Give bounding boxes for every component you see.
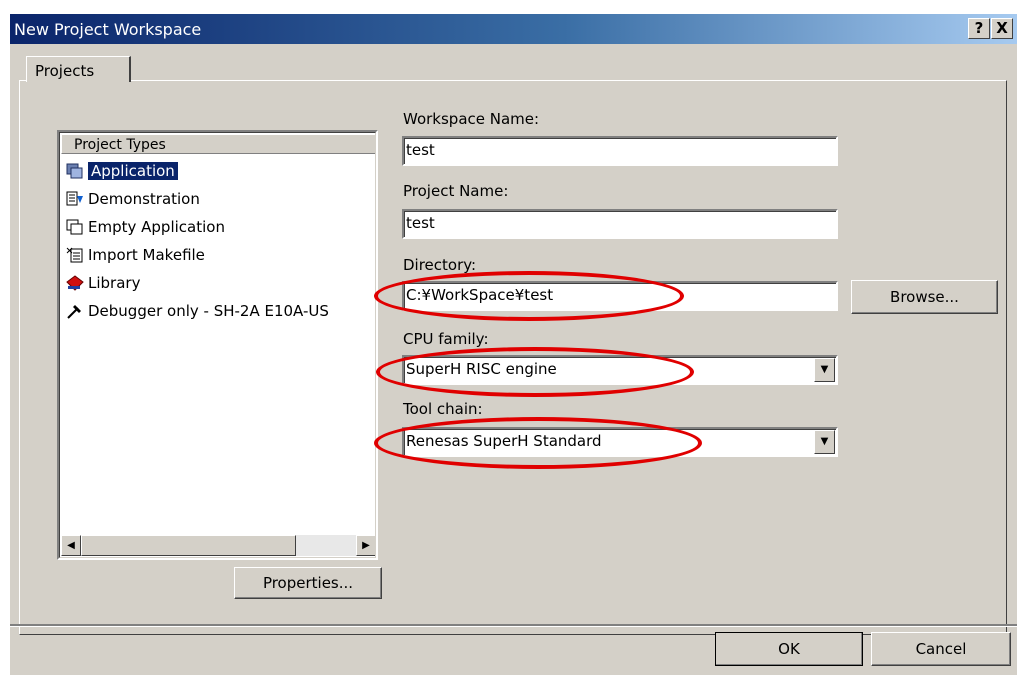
list-item-label: Demonstration (88, 190, 200, 208)
list-item-label: Library (88, 274, 141, 292)
horizontal-scrollbar[interactable]: ◀ ▶ (61, 535, 375, 556)
close-button[interactable]: X (991, 18, 1013, 39)
list-item-label: Empty Application (88, 218, 225, 236)
application-icon (66, 162, 84, 180)
list-item-debugger-only[interactable]: Debugger only - SH-2A E10A-US (66, 299, 329, 323)
scroll-left-icon[interactable]: ◀ (61, 535, 81, 556)
list-item-label: Debugger only - SH-2A E10A-US (88, 302, 329, 320)
annotation-oval-tool-chain (374, 417, 702, 469)
list-item-import-makefile[interactable]: Import Makefile (66, 243, 205, 267)
import-makefile-icon (66, 246, 84, 264)
list-item-library[interactable]: Library (66, 271, 140, 295)
list-item-label: Application (88, 162, 178, 180)
annotation-oval-directory (374, 271, 684, 321)
chevron-down-icon[interactable]: ▼ (814, 430, 835, 454)
new-project-workspace-dialog: New Project Workspace ? X Projects Proje… (10, 14, 1017, 675)
list-item-demonstration[interactable]: Demonstration (66, 187, 200, 211)
list-item-application[interactable]: Application (66, 159, 178, 183)
list-item-label: Import Makefile (88, 246, 205, 264)
cancel-button[interactable]: Cancel (871, 632, 1011, 666)
directory-label: Directory: (403, 256, 477, 274)
scroll-right-icon[interactable]: ▶ (356, 535, 375, 556)
list-item-empty-application[interactable]: Empty Application (66, 215, 225, 239)
project-types-list[interactable]: Project Types Application Demonstration … (57, 130, 378, 560)
library-icon (66, 274, 84, 292)
debugger-icon (66, 302, 84, 320)
cpu-family-label: CPU family: (403, 330, 489, 348)
annotation-oval-cpu-family (376, 347, 694, 397)
tool-chain-label: Tool chain: (403, 400, 483, 418)
workspace-name-label: Workspace Name: (403, 110, 540, 128)
workspace-name-input[interactable]: test (402, 136, 838, 166)
footer-divider (10, 624, 1017, 627)
browse-button[interactable]: Browse... (851, 280, 998, 314)
empty-application-icon (66, 218, 84, 236)
scroll-thumb[interactable] (81, 535, 296, 556)
help-button[interactable]: ? (968, 18, 990, 39)
ok-button[interactable]: OK (715, 632, 863, 666)
chevron-down-icon[interactable]: ▼ (814, 358, 835, 382)
project-types-header[interactable]: Project Types (61, 134, 375, 154)
demonstration-icon (66, 190, 84, 208)
tab-projects[interactable]: Projects (26, 56, 131, 82)
properties-button[interactable]: Properties... (234, 567, 382, 599)
project-name-label: Project Name: (403, 182, 509, 200)
project-name-input[interactable]: test (402, 209, 838, 239)
window-title: New Project Workspace (14, 20, 202, 39)
title-bar: New Project Workspace ? X (10, 14, 1017, 44)
